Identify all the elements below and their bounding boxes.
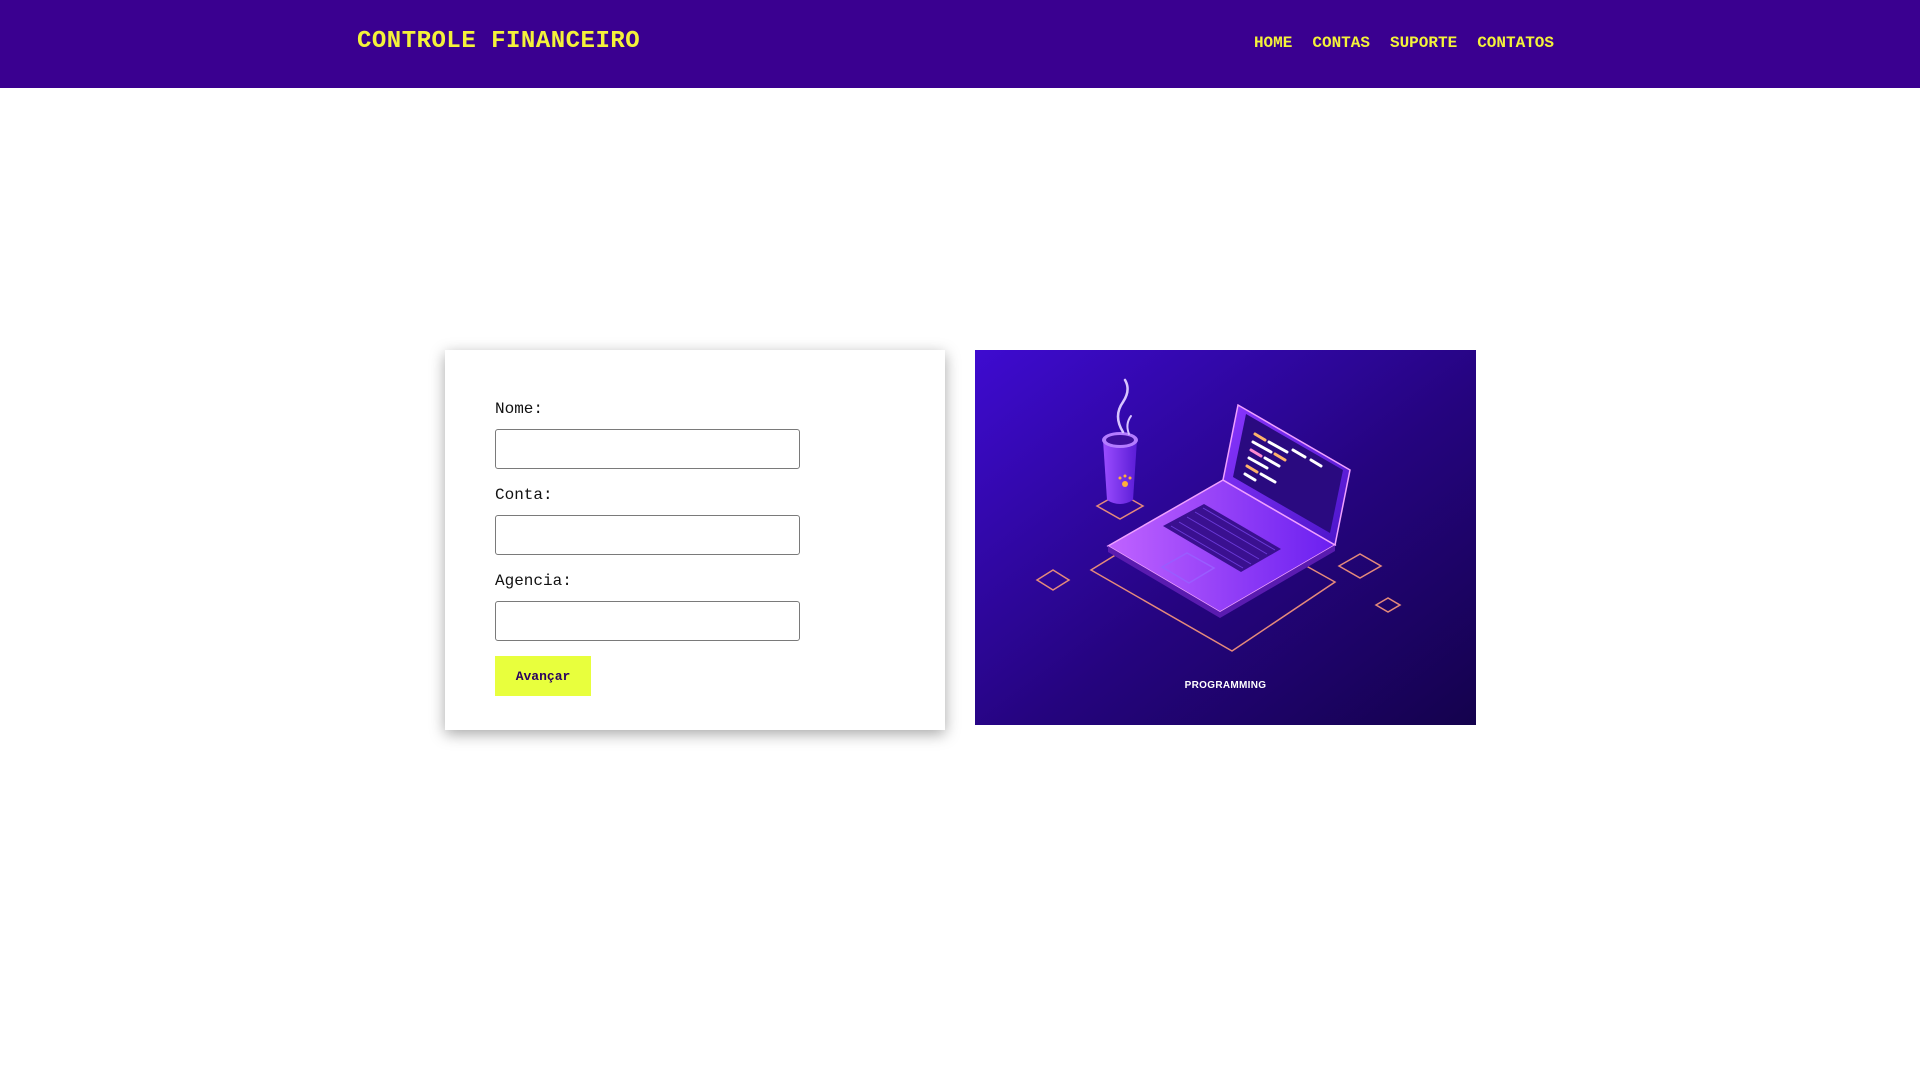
conta-input[interactable] bbox=[495, 515, 800, 555]
nav-home-link[interactable]: HOME bbox=[1254, 34, 1292, 52]
coffee-cup bbox=[1103, 440, 1137, 504]
agencia-label: Agencia: bbox=[495, 572, 572, 590]
illustration-caption: PROGRAMMING bbox=[1184, 680, 1267, 691]
nav-contas-link[interactable]: CONTAS bbox=[1312, 34, 1370, 52]
conta-label: Conta: bbox=[495, 486, 553, 504]
account-form: Nome: Conta: Agencia: Avançar bbox=[495, 398, 825, 696]
nav-suporte-link[interactable]: SUPORTE bbox=[1390, 34, 1457, 52]
top-navbar: CONTROLE FINANCEIRO HOME CONTAS SUPORTE … bbox=[0, 0, 1920, 88]
account-form-card: Nome: Conta: Agencia: Avançar bbox=[445, 350, 945, 730]
avancar-button[interactable]: Avançar bbox=[495, 656, 591, 696]
programming-illustration: PROGRAMMING bbox=[975, 350, 1476, 725]
agencia-input[interactable] bbox=[495, 601, 800, 641]
brand-title[interactable]: CONTROLE FINANCEIRO bbox=[357, 28, 640, 55]
main-nav: HOME CONTAS SUPORTE CONTATOS bbox=[1254, 34, 1554, 52]
nome-input[interactable] bbox=[495, 429, 800, 469]
laptop-coffee-icon bbox=[975, 350, 1476, 725]
nome-label: Nome: bbox=[495, 400, 544, 418]
nav-contatos-link[interactable]: CONTATOS bbox=[1477, 34, 1554, 52]
